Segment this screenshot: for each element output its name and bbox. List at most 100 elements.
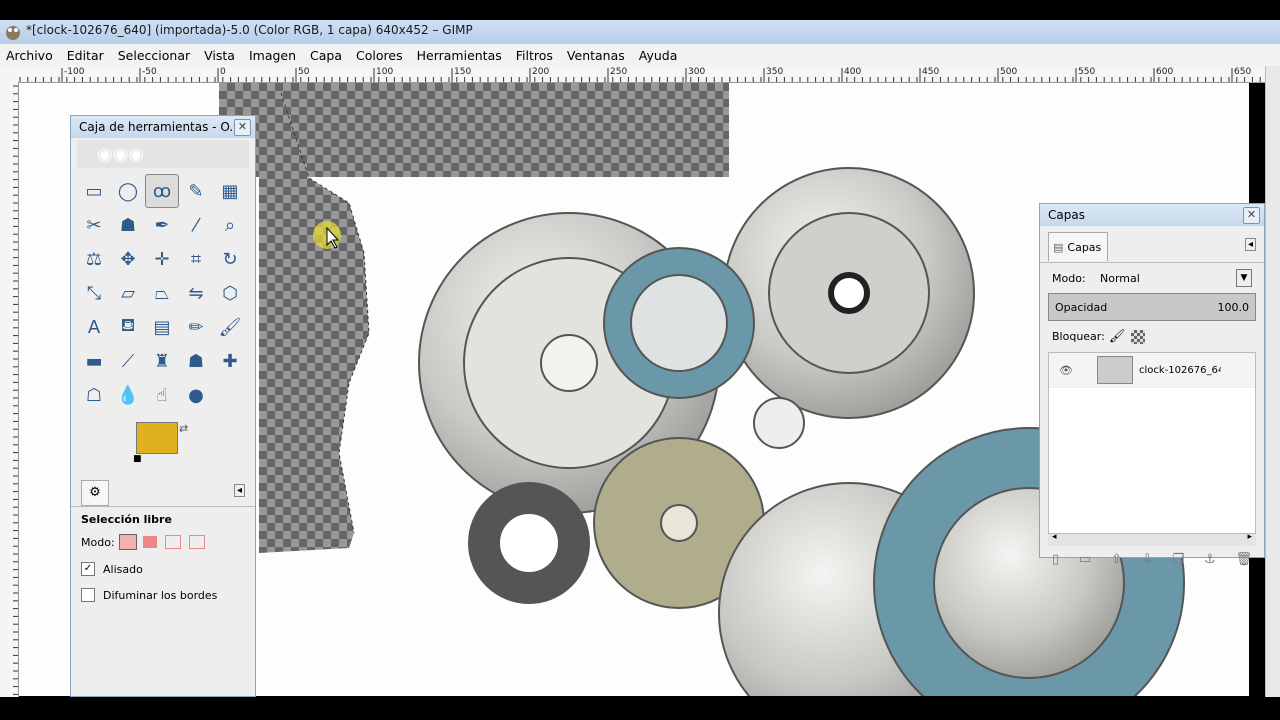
opacity-label: Opacidad — [1055, 300, 1108, 314]
heal-icon[interactable]: ✚ — [213, 344, 247, 378]
blend-icon[interactable]: ▤ — [145, 310, 179, 344]
flip-icon[interactable]: ⇋ — [179, 276, 213, 310]
paths-icon[interactable]: ✒ — [145, 208, 179, 242]
layer-thumbnail — [1097, 356, 1133, 384]
menu-herramientas[interactable]: Herramientas — [417, 48, 502, 63]
layer-row[interactable]: 👁 clock-102676_640 — [1049, 353, 1255, 388]
menu-filtros[interactable]: Filtros — [516, 48, 553, 63]
fuzzy-select-icon[interactable]: ✎ — [179, 174, 213, 208]
ruler-label: 200 — [532, 67, 550, 77]
tool-options-tab-icon[interactable]: ⚙ — [81, 480, 109, 506]
rect-select-icon[interactable]: ▭ — [77, 174, 111, 208]
perspective-icon[interactable]: ⏢ — [145, 276, 179, 310]
color-picker-icon[interactable]: ⁄ — [179, 208, 213, 242]
layer-list: 👁 clock-102676_640 — [1048, 352, 1256, 534]
menu-vista[interactable]: Vista — [204, 48, 235, 63]
align-icon[interactable]: ✛ — [145, 242, 179, 276]
bucket-fill-icon[interactable]: ⛾ — [111, 310, 145, 344]
feather-checkbox[interactable] — [81, 588, 95, 602]
vertical-scrollbar[interactable] — [1265, 66, 1280, 697]
toolbox-titlebar[interactable]: Caja de herramientas - O... ✕ — [71, 116, 255, 138]
tool-grid: ▭ ◯ ꝏ ✎ ▦ ✂ ☗ ✒ ⁄ ⌕ ⚖ ✥ ✛ ⌗ ↻ ⤡ ▱ ⏢ ⇋ ⬡ A ⛾ ▤ ✏ 🖌 ▬ ⟋ ♜ ☗ ✚ ☖ 💧 ☝ ● — [71, 170, 255, 416]
rotate-icon[interactable]: ↻ — [213, 242, 247, 276]
free-select-icon[interactable]: ꝏ — [145, 174, 179, 208]
antialias-checkbox[interactable]: ✓ — [81, 562, 95, 576]
toolbox-close-button[interactable]: ✕ — [234, 119, 251, 136]
shear-icon[interactable]: ▱ — [111, 276, 145, 310]
menu-ayuda[interactable]: Ayuda — [639, 48, 678, 63]
tab-capas[interactable]: ▤ Capas — [1048, 232, 1108, 261]
mode-label: Modo: — [81, 535, 115, 549]
ellipse-select-icon[interactable]: ◯ — [111, 174, 145, 208]
paintbrush-icon[interactable]: 🖌 — [213, 310, 247, 344]
blur-icon[interactable]: 💧 — [111, 378, 145, 412]
mode-subtract-button[interactable] — [164, 535, 181, 549]
ruler-label: 0 — [220, 67, 226, 77]
horizontal-ruler[interactable]: -100 -50 0 50 100 150 200 250 300 350 400 450 500 550… — [0, 66, 1265, 83]
move-icon[interactable]: ✥ — [111, 242, 145, 276]
menu-editar[interactable]: Editar — [67, 48, 104, 63]
scissors-icon[interactable]: ✂ — [77, 208, 111, 242]
eraser-icon[interactable]: ▬ — [77, 344, 111, 378]
layers-close-button[interactable]: ✕ — [1243, 207, 1260, 224]
layers-titlebar[interactable]: Capas ✕ — [1040, 204, 1264, 226]
new-layer-icon[interactable]: ▯ — [1052, 552, 1059, 567]
menu-archivo[interactable]: Archivo — [6, 48, 53, 63]
airbrush-icon[interactable]: ⟋ — [111, 344, 145, 378]
tool-options-tabs: ⚙ ◂ — [71, 478, 255, 507]
opacity-value: 100.0 — [1217, 300, 1250, 314]
foreground-select-icon[interactable]: ☗ — [111, 208, 145, 242]
clone-icon[interactable]: ☗ — [179, 344, 213, 378]
menu-capa[interactable]: Capa — [310, 48, 342, 63]
lock-label: Bloquear: — [1052, 330, 1105, 343]
menu-colores[interactable]: Colores — [356, 48, 403, 63]
layer-list-scrollbar[interactable]: ◂ ▸ — [1048, 532, 1256, 546]
gimp-app-icon — [6, 26, 20, 40]
smudge-icon[interactable]: ☝ — [145, 378, 179, 412]
chevron-down-icon: ▼ — [1236, 269, 1252, 287]
menu-seleccionar[interactable]: Seleccionar — [118, 48, 190, 63]
new-layer-group-icon[interactable]: ▭ — [1079, 552, 1091, 567]
eye-icon[interactable]: 👁 — [1059, 364, 1097, 377]
mode-intersect-button[interactable] — [188, 535, 205, 549]
pencil-icon[interactable]: ✏ — [179, 310, 213, 344]
layers-title: Capas — [1048, 208, 1085, 222]
crop-icon[interactable]: ⌗ — [179, 242, 213, 276]
anchor-layer-icon[interactable]: ⚓ — [1204, 552, 1216, 567]
measure-icon[interactable]: ⚖ — [77, 242, 111, 276]
lock-alpha-icon[interactable] — [1131, 329, 1146, 344]
layer-name[interactable]: clock-102676_640 — [1139, 365, 1221, 376]
lower-layer-icon[interactable]: ⇩ — [1142, 552, 1153, 567]
ink-icon[interactable]: ♜ — [145, 344, 179, 378]
duplicate-layer-icon[interactable]: ❐ — [1173, 552, 1185, 567]
menu-ventanas[interactable]: Ventanas — [567, 48, 625, 63]
lock-pixels-icon[interactable]: 🖌 — [1109, 329, 1126, 344]
ruler-label: 450 — [922, 67, 940, 77]
vertical-ruler[interactable] — [0, 82, 19, 697]
text-icon[interactable]: A — [77, 310, 111, 344]
mode-add-button[interactable] — [142, 536, 157, 548]
dodge-burn-icon[interactable]: ● — [179, 378, 213, 412]
ruler-label: -100 — [64, 67, 85, 77]
tab-menu-arrow-icon[interactable]: ◂ — [1244, 238, 1256, 251]
ruler-label: 50 — [298, 67, 310, 77]
perspective-clone-icon[interactable]: ☖ — [77, 378, 111, 412]
delete-layer-icon[interactable]: 🗑 — [1235, 552, 1252, 567]
cage-icon[interactable]: ⬡ — [213, 276, 247, 310]
swap-colors-icon[interactable]: ⇄ — [179, 422, 188, 435]
window-title: *[clock-102676_640] (importada)-5.0 (Col… — [26, 23, 473, 37]
foreground-color-swatch[interactable] — [136, 422, 178, 454]
feather-label: Difuminar los bordes — [103, 588, 218, 602]
raise-layer-icon[interactable]: ⇧ — [1111, 552, 1122, 567]
menu-imagen[interactable]: Imagen — [249, 48, 296, 63]
zoom-icon[interactable]: ⌕ — [213, 208, 247, 242]
ruler-label: 250 — [610, 67, 628, 77]
tab-menu-arrow-icon[interactable]: ◂ — [233, 484, 245, 497]
layer-mode-select[interactable]: Normal ▼ — [1100, 269, 1252, 287]
opacity-slider[interactable]: Opacidad 100.0 — [1048, 293, 1256, 321]
mode-replace-button[interactable] — [118, 534, 137, 550]
select-by-color-icon[interactable]: ▦ — [213, 174, 247, 208]
default-colors-icon[interactable]: ■ — [133, 454, 142, 464]
toolbox-title: Caja de herramientas - O... — [79, 120, 241, 134]
scale-icon[interactable]: ⤡ — [77, 276, 111, 310]
